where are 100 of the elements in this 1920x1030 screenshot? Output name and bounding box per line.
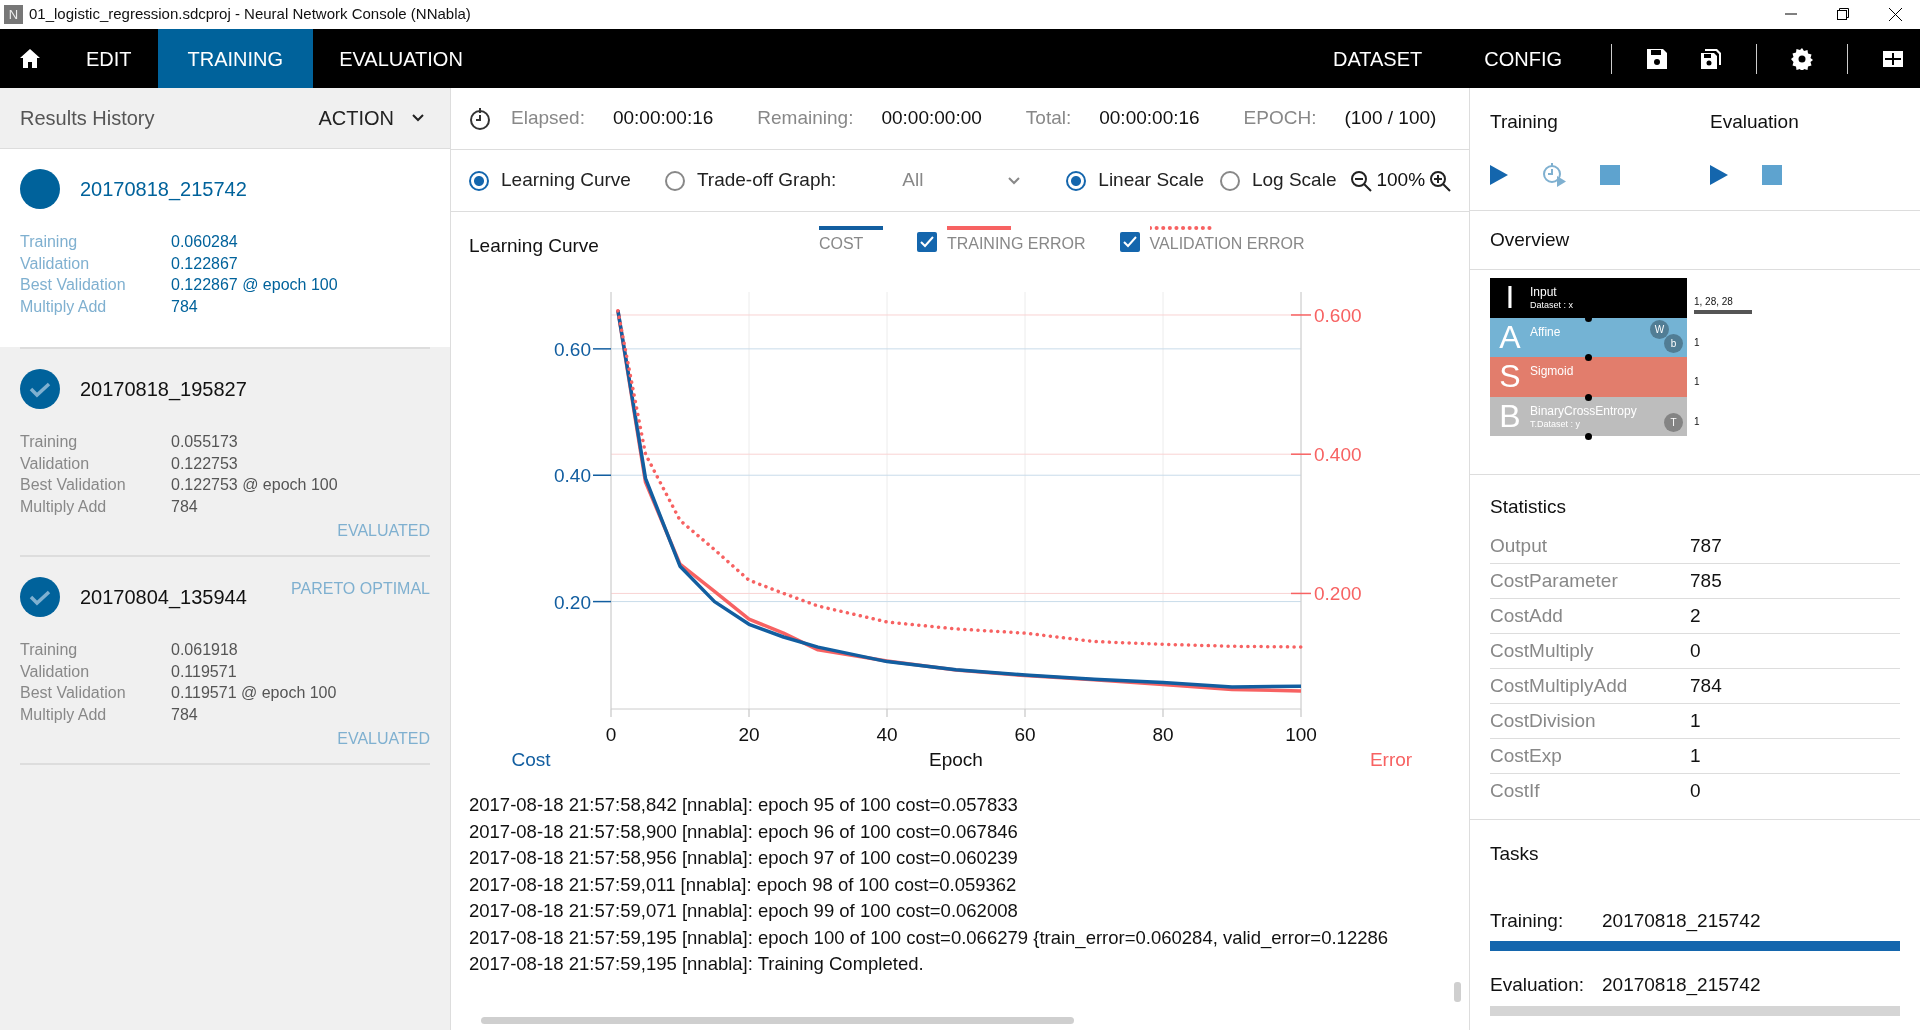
stat-label: CostExp	[1490, 743, 1563, 768]
stat-label: Training	[20, 232, 79, 252]
stat-value: 785	[1690, 568, 1722, 593]
axis-title: Epoch	[929, 749, 983, 770]
stat-value: 1	[1690, 743, 1701, 768]
section-title: Statistics	[1490, 496, 1567, 517]
app-icon: N	[4, 5, 23, 24]
stat-value: 0.055173	[171, 432, 238, 452]
axis-tick-label: 0.600	[1314, 304, 1362, 326]
axis-tick-label: 0.60	[554, 338, 591, 360]
legend-label: COST	[818, 234, 865, 254]
stat-value: 784	[171, 704, 198, 725]
action-dropdown[interactable]: ACTION	[312, 102, 430, 134]
result-status: EVALUATED	[336, 729, 430, 749]
output-size-label: 1, 28, 28	[1694, 295, 1734, 309]
nav-menu-item[interactable]: DATASET	[1301, 43, 1454, 74]
stat-label: Best Validation	[20, 683, 127, 703]
nav-tab[interactable]: EDIT	[60, 29, 158, 88]
output-size-label: 1	[1694, 375, 1700, 389]
output-size-label: 1	[1694, 335, 1700, 350]
timer-label: Total:	[1025, 106, 1072, 131]
axis-tick-label: 80	[1152, 724, 1174, 745]
zoom-level: 100%	[1376, 168, 1426, 193]
layer-name: Sigmoid	[1530, 365, 1574, 378]
result-name: 20170818_215742	[80, 177, 247, 203]
timer-label: Remaining:	[757, 106, 854, 131]
log-line: 2017-08-18 21:57:59,195 [nnabla]: epoch 100 of 100 cost=0.066279 {train_error=0.060284, valid_error=0.12286	[469, 925, 1390, 951]
stat-label: Training	[20, 640, 79, 660]
stat-value: 0.119571	[171, 661, 237, 682]
layer-source: T.Dataset : y	[1530, 418, 1582, 431]
stat-label: Validation	[20, 453, 91, 474]
stat-value: 784	[1690, 673, 1722, 698]
section-title: Evaluation	[1710, 110, 1800, 134]
log-line: 2017-08-18 21:57:59,071 [nnabla]: epoch 99 of 100 cost=0.062008	[469, 899, 1019, 923]
task-name: 20170818_215742	[1602, 973, 1761, 998]
timer-value: 00:00:00:16	[1099, 106, 1200, 131]
stat-label: Validation	[20, 253, 91, 274]
radio-label: Trade-off Graph:	[696, 168, 837, 193]
filter-dropdown[interactable]: All	[896, 165, 1027, 196]
log-line: 2017-08-18 21:57:58,900 [nnabla]: epoch 96 of 100 cost=0.067846	[469, 819, 1019, 844]
stat-label: CostMultiplyAdd	[1490, 673, 1629, 698]
section-title: Training	[1490, 110, 1559, 134]
stat-label: Validation	[20, 661, 91, 682]
legend-label: VALIDATION ERROR	[1149, 234, 1305, 254]
axis-tick-label: 0.200	[1314, 583, 1362, 605]
stat-value: 0.060284	[171, 232, 238, 252]
task-label: Training:	[1490, 908, 1565, 933]
radio-label: Linear Scale	[1098, 168, 1204, 193]
stat-label: Multiply Add	[20, 296, 108, 317]
parameter-badge: T	[1664, 412, 1683, 432]
stat-label: CostAdd	[1490, 603, 1564, 628]
stat-value: 0.119571 @ epoch 100	[171, 683, 337, 703]
stat-value: 787	[1690, 533, 1722, 558]
stat-label: Multiply Add	[20, 704, 108, 725]
axis-tick-label: 60	[1014, 724, 1036, 745]
axis-tick-label: 100	[1285, 724, 1317, 745]
timer-value: 00:00:00:16	[612, 106, 714, 131]
stat-value: 0	[1690, 638, 1701, 663]
result-name: 20170804_135944	[80, 585, 247, 611]
stat-value: 0.122753	[171, 453, 238, 474]
stat-value: 784	[171, 496, 198, 517]
axis-tick-label: 0	[605, 724, 617, 745]
stat-value: 0.061918	[171, 640, 238, 660]
stat-label: Best Validation	[20, 275, 127, 295]
parameter-badge: W	[1650, 319, 1669, 339]
layer-name: BinaryCrossEntropy	[1530, 404, 1637, 418]
window-title: 01_logistic_regression.sdcproj - Neural Network Console (NNabla)	[29, 4, 471, 25]
axis-tick-label: 0.20	[554, 591, 591, 613]
panel-title: Results History	[20, 106, 155, 131]
output-size-label: 1	[1694, 414, 1700, 429]
result-item[interactable]: 20170818_215742 Training 0.060284 Validation 0.122867 Best Validation 0.122867 @ epoch 100 Multiply Add 784	[0, 149, 450, 347]
axis-tick-label: 0.400	[1314, 444, 1362, 466]
task-name: 20170818_215742	[1602, 908, 1761, 934]
result-item[interactable]: 20170818_195827 Training 0.055173 Validation 0.122753 Best Validation 0.122753 @ epoch 100 Multiply Add 784 EVALUATED	[0, 349, 450, 555]
result-name: 20170818_195827	[80, 377, 247, 403]
stat-label: Output	[1490, 533, 1549, 558]
stat-label: CostIf	[1490, 779, 1541, 804]
nav-tab[interactable]: TRAINING	[157, 29, 314, 88]
nav-menu-item[interactable]: CONFIG	[1453, 43, 1593, 74]
layer-source: Dataset : x	[1530, 299, 1574, 312]
task-label: Evaluation:	[1490, 973, 1585, 997]
result-status: EVALUATED	[336, 521, 430, 541]
stat-value: 2	[1690, 603, 1701, 628]
layer-letter: A	[1498, 317, 1522, 357]
result-item[interactable]: 20170804_135944 PARETO OPTIMAL Training 0.061918 Validation 0.119571 Best Validation 0.119571 @ epoch 100 Multiply Add 784 EVALUATED	[0, 557, 450, 763]
layer-letter: B	[1498, 396, 1522, 436]
stat-value: 1	[1690, 708, 1701, 733]
parameter-badge: b	[1664, 333, 1683, 353]
layer-letter: I	[1504, 278, 1516, 317]
log-line: 2017-08-18 21:57:59,195 [nnabla]: Training Completed.	[469, 952, 925, 976]
timer-label: Elapsed:	[511, 106, 585, 131]
stat-value: 0.122867 @ epoch 100	[171, 275, 338, 295]
legend-label: TRAINING ERROR	[946, 234, 1086, 254]
stat-label: CostMultiply	[1490, 638, 1595, 663]
timer-value: 00:00:00:00	[881, 106, 982, 131]
stat-value: 0.122753 @ epoch 100	[171, 475, 338, 495]
nav-tab[interactable]: EVALUATION	[313, 29, 489, 88]
log-line: 2017-08-18 21:57:58,842 [nnabla]: epoch 95 of 100 cost=0.057833	[469, 793, 1019, 817]
log-line: 2017-08-18 21:57:59,011 [nnabla]: epoch 98 of 100 cost=0.059362	[469, 872, 1018, 897]
stat-value: 0.122867	[171, 253, 238, 274]
